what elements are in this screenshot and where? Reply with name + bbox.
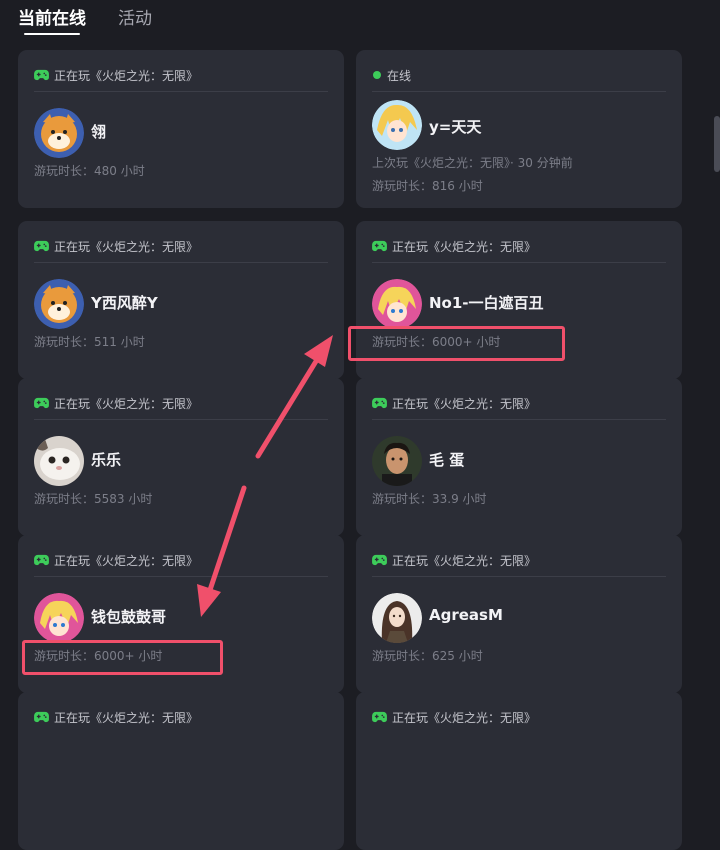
arrow-down-left bbox=[197, 485, 247, 617]
annotation-arrows bbox=[197, 335, 333, 617]
arrow-up-right bbox=[255, 335, 333, 459]
